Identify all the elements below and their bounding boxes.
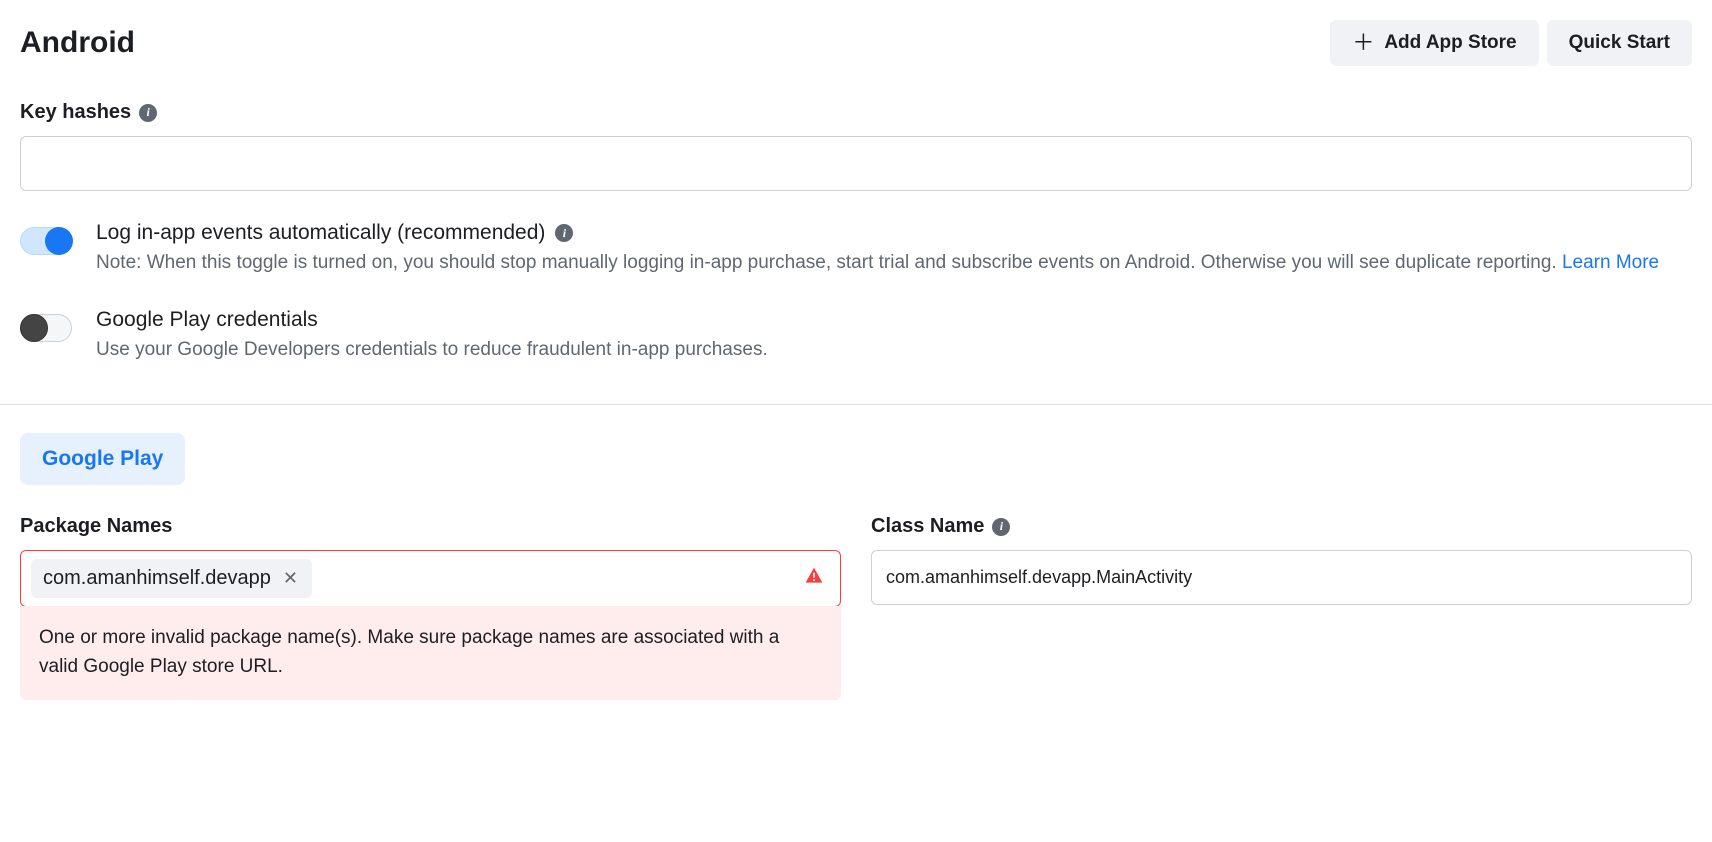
- key-hashes-input[interactable]: [20, 136, 1692, 191]
- quick-start-label: Quick Start: [1569, 32, 1670, 54]
- class-name-input[interactable]: [871, 550, 1692, 605]
- class-name-label-text: Class Name: [871, 515, 984, 538]
- auto-log-title-text: Log in-app events automatically (recomme…: [96, 221, 545, 245]
- toggle-knob: [45, 227, 73, 255]
- page-title: Android: [20, 26, 135, 60]
- learn-more-link[interactable]: Learn More: [1562, 252, 1659, 273]
- package-name-chip-text: com.amanhimself.devapp: [43, 567, 271, 590]
- google-play-credentials-note: Use your Google Developers credentials t…: [96, 336, 1692, 365]
- add-app-store-label: Add App Store: [1384, 32, 1516, 54]
- google-play-credentials-toggle[interactable]: [20, 314, 72, 342]
- class-name-label: Class Name i: [871, 515, 1692, 538]
- package-names-error: One or more invalid package name(s). Mak…: [20, 606, 841, 700]
- tab-google-play[interactable]: Google Play: [20, 433, 185, 485]
- package-names-input[interactable]: com.amanhimself.devapp ✕: [20, 550, 841, 607]
- close-icon[interactable]: ✕: [281, 568, 300, 589]
- plus-icon: ＋: [1352, 32, 1374, 54]
- warning-icon: [804, 566, 824, 591]
- key-hashes-label-text: Key hashes: [20, 101, 131, 124]
- auto-log-events-toggle[interactable]: [20, 227, 72, 255]
- header-buttons: ＋ Add App Store Quick Start: [1330, 20, 1692, 66]
- quick-start-button[interactable]: Quick Start: [1547, 20, 1692, 66]
- gplay-creds-title-text: Google Play credentials: [96, 308, 318, 332]
- info-icon[interactable]: i: [555, 224, 573, 242]
- auto-log-note-text: Note: When this toggle is turned on, you…: [96, 252, 1562, 273]
- auto-log-events-title: Log in-app events automatically (recomme…: [96, 221, 1692, 245]
- add-app-store-button[interactable]: ＋ Add App Store: [1330, 20, 1538, 66]
- package-name-chip: com.amanhimself.devapp ✕: [31, 559, 312, 598]
- package-names-label: Package Names: [20, 515, 841, 538]
- package-names-label-text: Package Names: [20, 515, 172, 538]
- google-play-credentials-title: Google Play credentials: [96, 308, 1692, 332]
- section-divider: [0, 404, 1712, 405]
- key-hashes-label: Key hashes i: [20, 101, 1692, 124]
- toggle-knob: [20, 314, 48, 342]
- auto-log-events-note: Note: When this toggle is turned on, you…: [96, 249, 1692, 278]
- info-icon[interactable]: i: [992, 518, 1010, 536]
- info-icon[interactable]: i: [139, 104, 157, 122]
